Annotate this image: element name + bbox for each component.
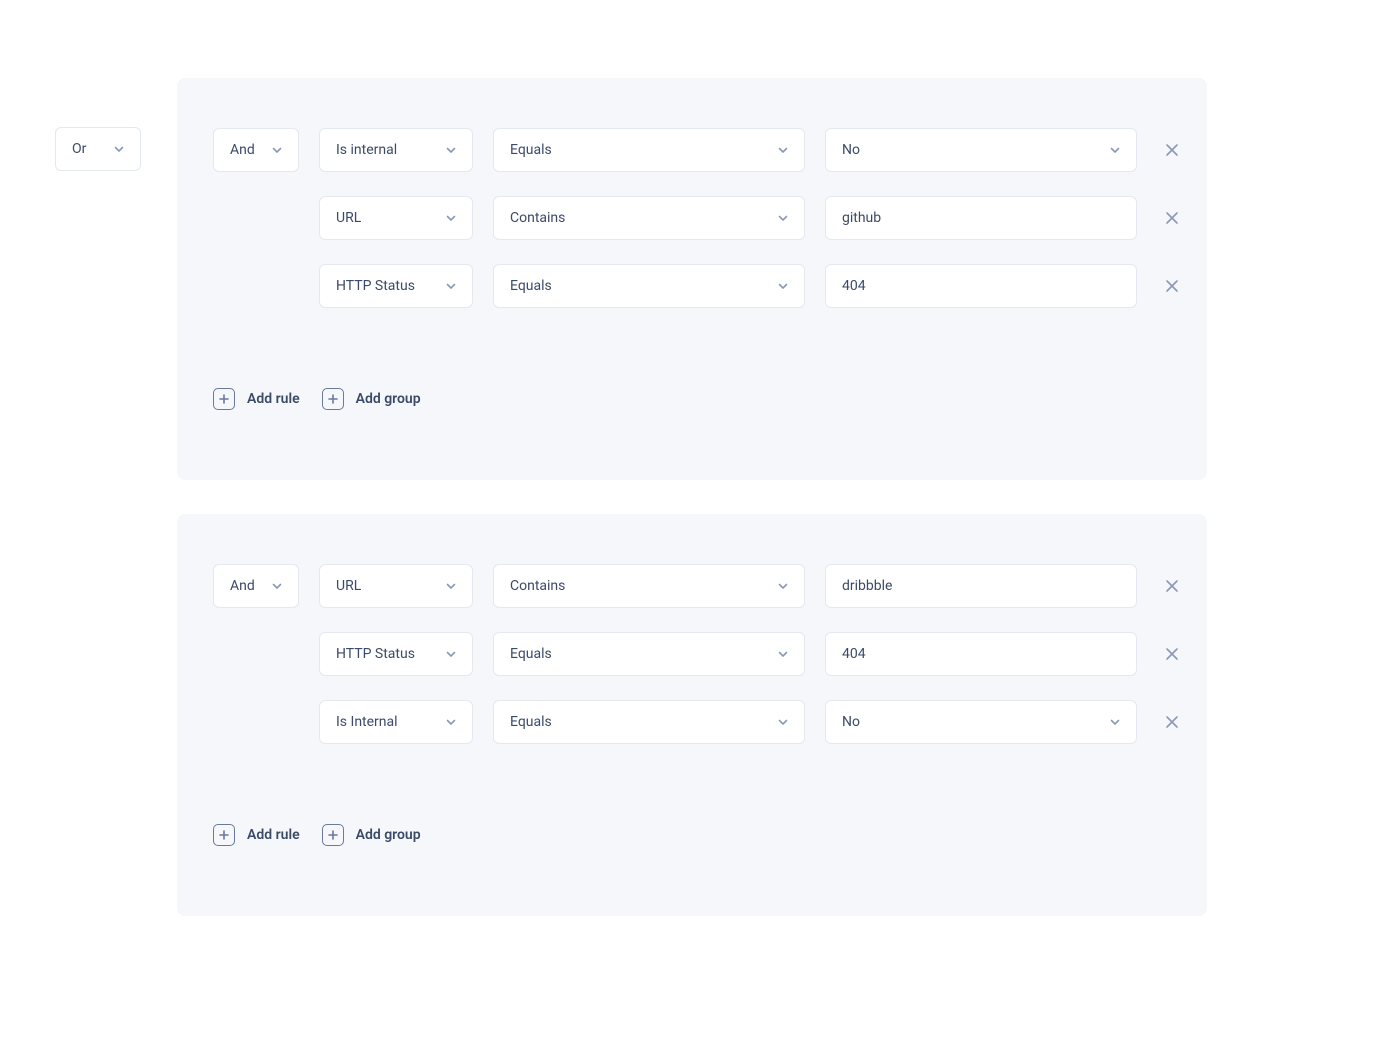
add-rule-button[interactable]: Add rule bbox=[213, 824, 300, 846]
chevron-down-icon bbox=[444, 647, 458, 661]
field-label: Is internal bbox=[336, 142, 397, 158]
field-select[interactable]: URL bbox=[319, 196, 473, 240]
value-label: No bbox=[842, 142, 860, 158]
rules-list: URL Contains bbox=[319, 564, 1183, 744]
chevron-down-icon bbox=[112, 142, 126, 156]
outer-combinator-label: Or bbox=[72, 141, 86, 157]
chevron-down-icon bbox=[444, 211, 458, 225]
query-builder: Or And bbox=[55, 78, 1207, 916]
groups-column: And Is internal bbox=[177, 78, 1207, 916]
operator-label: Contains bbox=[510, 578, 565, 594]
delete-rule-button[interactable] bbox=[1161, 275, 1183, 297]
field-label: HTTP Status bbox=[336, 646, 415, 662]
operator-select[interactable]: Equals bbox=[493, 128, 805, 172]
add-rule-button[interactable]: Add rule bbox=[213, 388, 300, 410]
plus-icon bbox=[213, 388, 235, 410]
rule-row: HTTP Status Equals bbox=[319, 264, 1183, 308]
value-wrap bbox=[825, 632, 1137, 676]
operator-label: Equals bbox=[510, 142, 552, 158]
rule-row: Is Internal Equals No bbox=[319, 700, 1183, 744]
chevron-down-icon bbox=[444, 143, 458, 157]
rule-row: HTTP Status Equals bbox=[319, 632, 1183, 676]
field-select[interactable]: HTTP Status bbox=[319, 632, 473, 676]
value-label: No bbox=[842, 714, 860, 730]
delete-rule-button[interactable] bbox=[1161, 643, 1183, 665]
chevron-down-icon bbox=[776, 647, 790, 661]
value-wrap bbox=[825, 196, 1137, 240]
outer-combinator-wrap: Or bbox=[55, 127, 141, 171]
value-input[interactable] bbox=[825, 564, 1137, 608]
value-select[interactable]: No bbox=[825, 128, 1137, 172]
group-combinator-wrap: And bbox=[213, 128, 299, 172]
chevron-down-icon bbox=[444, 715, 458, 729]
rule-row: URL Contains bbox=[319, 196, 1183, 240]
group-combinator-select[interactable]: And bbox=[213, 128, 299, 172]
delete-rule-button[interactable] bbox=[1161, 711, 1183, 733]
delete-rule-button[interactable] bbox=[1161, 575, 1183, 597]
value-input[interactable] bbox=[825, 632, 1137, 676]
value-input[interactable] bbox=[825, 264, 1137, 308]
group-combinator-wrap: And bbox=[213, 564, 299, 608]
value-wrap: No bbox=[825, 700, 1137, 744]
field-select[interactable]: Is internal bbox=[319, 128, 473, 172]
rule-row: URL Contains bbox=[319, 564, 1183, 608]
field-select[interactable]: URL bbox=[319, 564, 473, 608]
rule-group: And URL bbox=[177, 514, 1207, 916]
value-wrap bbox=[825, 564, 1137, 608]
group-combinator-label: And bbox=[230, 578, 255, 594]
chevron-down-icon bbox=[776, 279, 790, 293]
add-rule-label: Add rule bbox=[247, 391, 300, 407]
field-select[interactable]: HTTP Status bbox=[319, 264, 473, 308]
chevron-down-icon bbox=[1108, 143, 1122, 157]
operator-select[interactable]: Contains bbox=[493, 196, 805, 240]
chevron-down-icon bbox=[776, 715, 790, 729]
field-label: HTTP Status bbox=[336, 278, 415, 294]
field-select[interactable]: Is Internal bbox=[319, 700, 473, 744]
add-rule-label: Add rule bbox=[247, 827, 300, 843]
plus-icon bbox=[322, 824, 344, 846]
group-content: And URL bbox=[213, 564, 1171, 744]
group-actions: Add rule Add group bbox=[213, 824, 1171, 846]
chevron-down-icon bbox=[776, 143, 790, 157]
field-label: URL bbox=[336, 578, 361, 594]
group-combinator-select[interactable]: And bbox=[213, 564, 299, 608]
chevron-down-icon bbox=[444, 579, 458, 593]
chevron-down-icon bbox=[776, 211, 790, 225]
delete-rule-button[interactable] bbox=[1161, 207, 1183, 229]
field-label: URL bbox=[336, 210, 361, 226]
value-wrap bbox=[825, 264, 1137, 308]
operator-select[interactable]: Equals bbox=[493, 264, 805, 308]
operator-select[interactable]: Equals bbox=[493, 632, 805, 676]
operator-select[interactable]: Contains bbox=[493, 564, 805, 608]
outer-combinator-select[interactable]: Or bbox=[55, 127, 141, 171]
group-actions: Add rule Add group bbox=[213, 388, 1171, 410]
field-label: Is Internal bbox=[336, 714, 398, 730]
chevron-down-icon bbox=[444, 279, 458, 293]
operator-label: Equals bbox=[510, 714, 552, 730]
add-group-button[interactable]: Add group bbox=[322, 824, 421, 846]
group-content: And Is internal bbox=[213, 128, 1171, 308]
rule-group: And Is internal bbox=[177, 78, 1207, 480]
value-select[interactable]: No bbox=[825, 700, 1137, 744]
value-wrap: No bbox=[825, 128, 1137, 172]
value-input[interactable] bbox=[825, 196, 1137, 240]
operator-label: Equals bbox=[510, 646, 552, 662]
chevron-down-icon bbox=[270, 143, 284, 157]
chevron-down-icon bbox=[1108, 715, 1122, 729]
plus-icon bbox=[213, 824, 235, 846]
add-group-label: Add group bbox=[356, 391, 421, 407]
rules-list: Is internal Equals No bbox=[319, 128, 1183, 308]
plus-icon bbox=[322, 388, 344, 410]
top-row: Or And bbox=[55, 78, 1207, 916]
delete-rule-button[interactable] bbox=[1161, 139, 1183, 161]
operator-label: Equals bbox=[510, 278, 552, 294]
chevron-down-icon bbox=[270, 579, 284, 593]
group-combinator-label: And bbox=[230, 142, 255, 158]
operator-select[interactable]: Equals bbox=[493, 700, 805, 744]
operator-label: Contains bbox=[510, 210, 565, 226]
chevron-down-icon bbox=[776, 579, 790, 593]
rule-row: Is internal Equals No bbox=[319, 128, 1183, 172]
add-group-button[interactable]: Add group bbox=[322, 388, 421, 410]
add-group-label: Add group bbox=[356, 827, 421, 843]
